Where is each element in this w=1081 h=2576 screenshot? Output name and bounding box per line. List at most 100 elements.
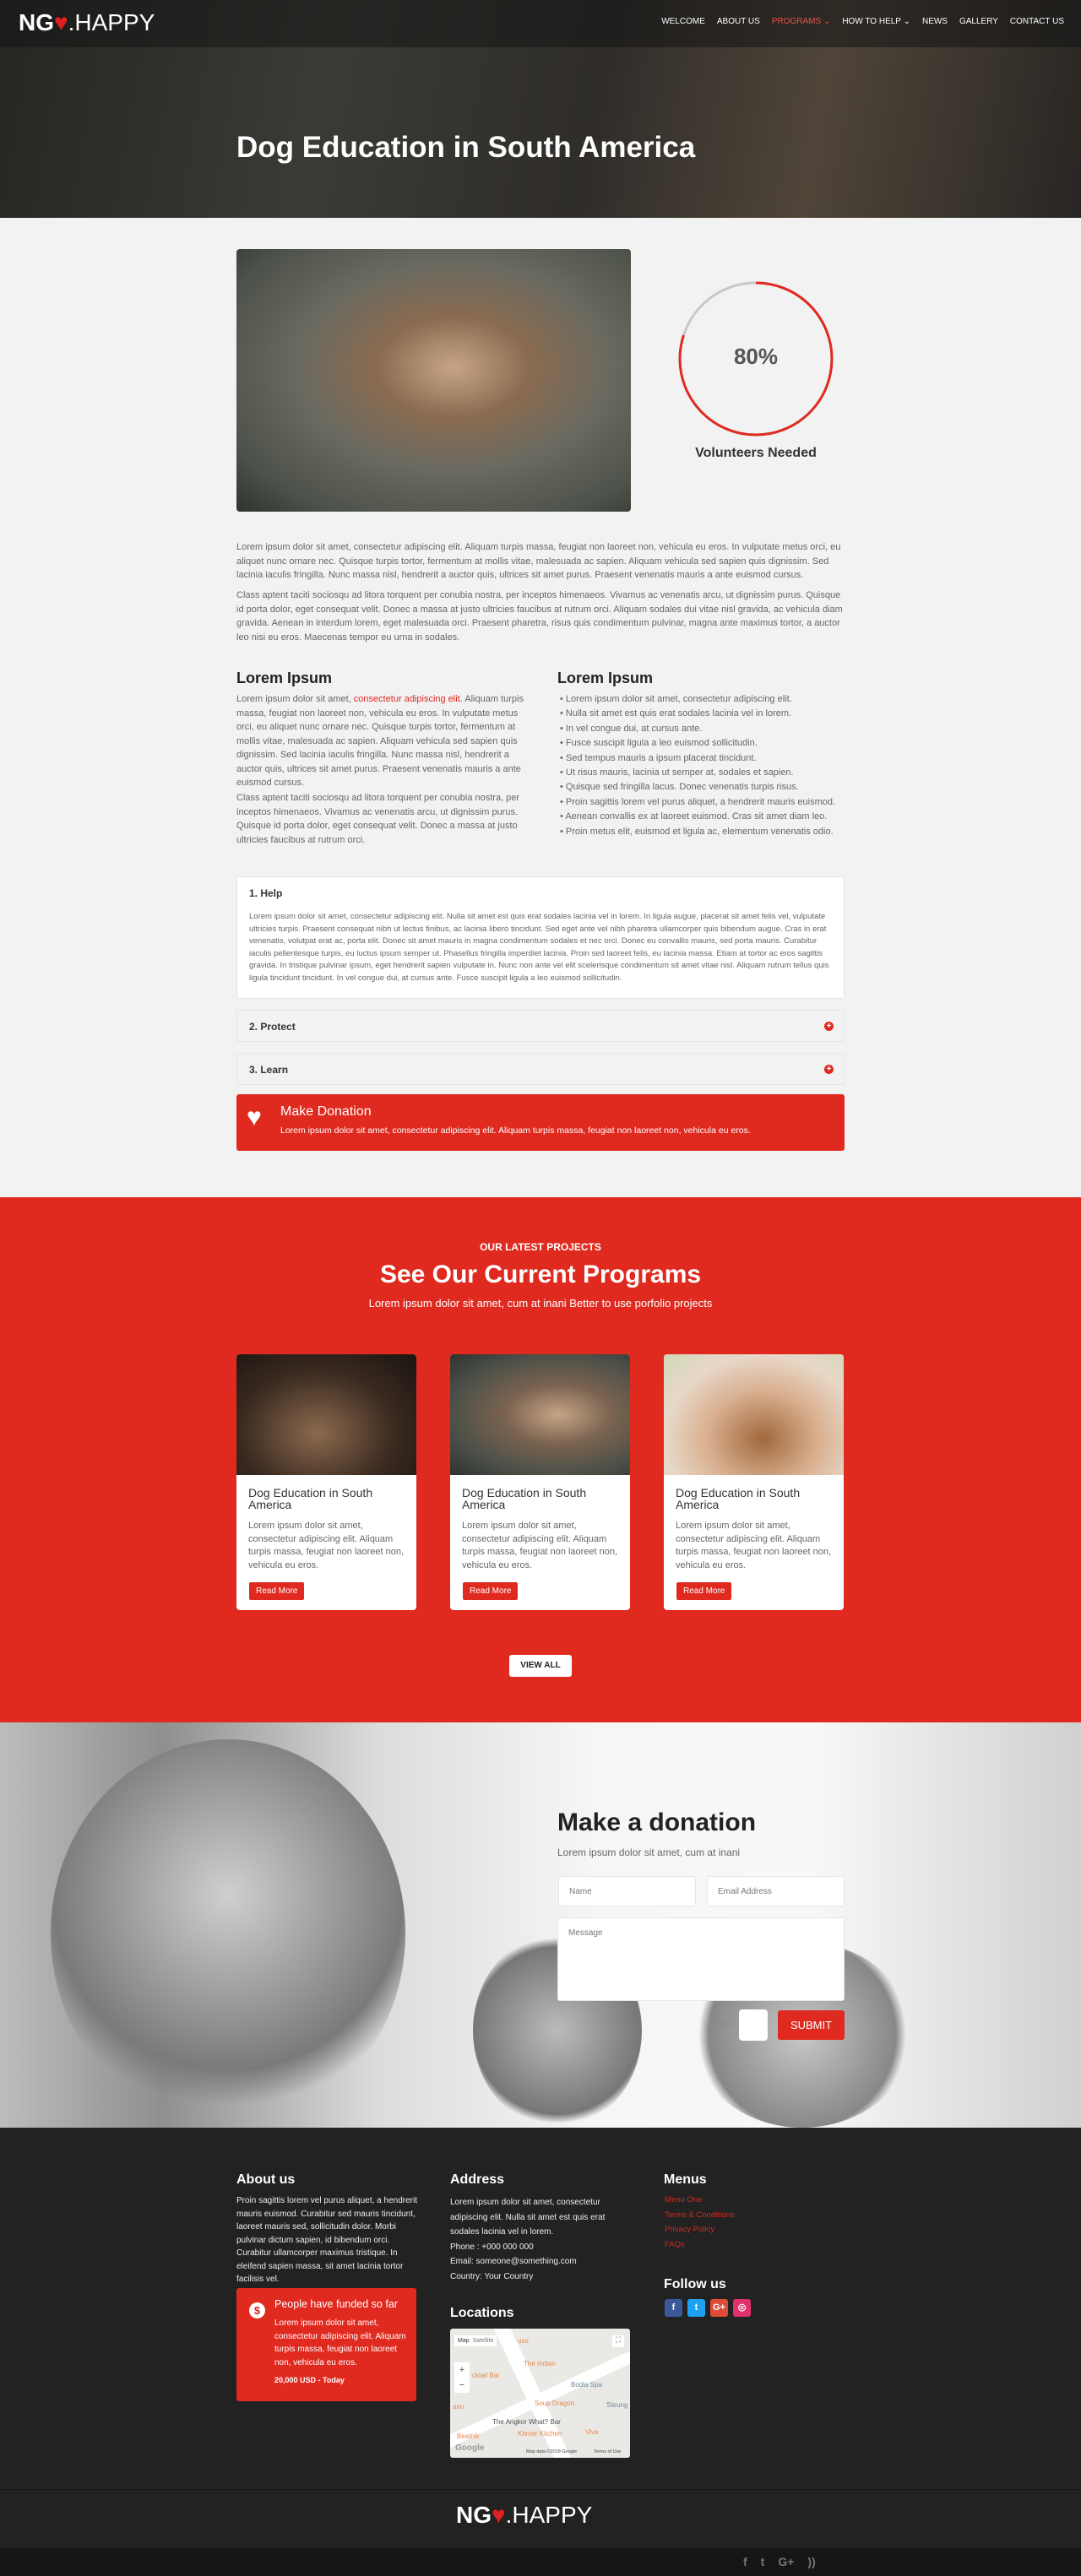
read-more-button[interactable]: Read More [249, 1582, 305, 1600]
text: Aliquam turpis massa, feugiat non laoree… [236, 694, 524, 788]
donation-form-subtitle: Lorem ipsum dolor sit amet, cum at inani [557, 1847, 741, 1858]
nav-programs[interactable]: PROGRAMS ⌄ [772, 17, 831, 26]
list-item: Proin metus elit, euismod et ligula ac, … [560, 825, 847, 839]
footer-link-privacy[interactable]: Privacy Policy [665, 2222, 734, 2237]
footer-link-terms[interactable]: Terms & Conditions [665, 2208, 734, 2223]
footer-logo[interactable]: NG♥.HAPPY [456, 2502, 592, 2529]
menus-title: Menus [664, 2172, 707, 2187]
program-image [450, 1354, 630, 1475]
map-label: use [518, 2337, 529, 2345]
view-all-button[interactable]: VIEW ALL [509, 1655, 572, 1677]
nav-gallery[interactable]: GALLERY [959, 17, 998, 26]
twitter-icon[interactable]: t [761, 2555, 765, 2568]
address-title: Address [450, 2172, 505, 2187]
google-logo: Google [455, 2443, 485, 2453]
chevron-down-icon: ⌄ [903, 17, 910, 26]
inline-link[interactable]: consectetur adipiscing elit. [354, 694, 463, 704]
main-nav: WELCOME ABOUT US PROGRAMS ⌄ HOW TO HELP … [661, 17, 1064, 26]
nav-news[interactable]: NEWS [922, 17, 948, 26]
right-column-title: Lorem Ipsum [557, 670, 654, 686]
nav-contact-us[interactable]: CONTACT US [1010, 17, 1064, 26]
facebook-icon[interactable]: f [743, 2555, 747, 2568]
social-links: f t G+ ◎ [665, 2299, 756, 2317]
site-logo[interactable]: NG♥.HAPPY [19, 9, 155, 36]
rss-icon[interactable]: )) [807, 2555, 815, 2568]
facebook-icon[interactable]: f [665, 2299, 682, 2317]
list-item: Proin sagittis lorem vel purus aliquet, … [560, 795, 847, 810]
intro-paragraph: Class aptent taciti sociosqu ad litora t… [236, 590, 843, 643]
read-more-button[interactable]: Read More [463, 1582, 519, 1600]
locations-title: Locations [450, 2306, 514, 2320]
zoom-controls[interactable]: + − [454, 2362, 470, 2393]
message-textarea[interactable]: Message [557, 1917, 845, 2001]
program-card: Dog Education in South America Lorem ips… [664, 1354, 844, 1610]
email-input[interactable]: Email Address [707, 1876, 845, 1906]
accordion-title: 2. Protect [249, 1021, 296, 1033]
chevron-down-icon: ⌄ [823, 17, 831, 26]
about-text: Proin sagittis lorem vel purus aliquet, … [236, 2196, 417, 2284]
twitter-icon[interactable]: t [687, 2299, 705, 2317]
map-label: cktail Bar [472, 2372, 500, 2379]
nav-programs-label: PROGRAMS [771, 17, 822, 26]
captcha-question: 2 + 6 = [712, 2020, 736, 2028]
fullscreen-icon[interactable]: ⛶ [612, 2335, 624, 2347]
dog-photo [236, 249, 631, 512]
donation-banner-text: Lorem ipsum dolor sit amet, consectetur … [280, 1125, 751, 1136]
instagram-icon[interactable]: ◎ [733, 2299, 751, 2317]
phone: Phone : +000 000 000 [450, 2242, 534, 2252]
program-card: Dog Education in South America Lorem ips… [450, 1354, 630, 1610]
read-more-button[interactable]: Read More [676, 1582, 732, 1600]
program-text: Lorem ipsum dolor sit amet, consectetur … [248, 1521, 405, 1570]
accordion-title[interactable]: 1. Help [249, 887, 282, 899]
funded-title: People have funded so far [274, 2298, 398, 2310]
submit-button[interactable]: SUBMIT [778, 2010, 845, 2040]
progress-value: 80% [733, 344, 779, 369]
donation-section-background [0, 1722, 1081, 2128]
logo-text: NG [19, 9, 54, 35]
footer-link-faqs[interactable]: FAQs [665, 2237, 734, 2253]
plus-circle-icon[interactable]: + [824, 1065, 834, 1074]
left-column-paragraph: Class aptent taciti sociosqu ad litora t… [236, 793, 520, 845]
map-label: Beatnik [457, 2432, 480, 2440]
section-kicker: OUR LATEST PROJECTS [480, 1241, 601, 1253]
email[interactable]: Email: someone@something.com [450, 2254, 632, 2270]
plus-circle-icon[interactable]: + [824, 1022, 834, 1031]
country: Country: Your Country [450, 2271, 534, 2281]
location-map[interactable]: Map Satellite use ⛶ + − The Indian cktail… [450, 2329, 630, 2458]
program-title[interactable]: Dog Education in South America [462, 1487, 622, 1510]
program-title[interactable]: Dog Education in South America [676, 1487, 836, 1510]
address-text: Lorem ipsum dolor sit amet, consectetur … [450, 2198, 606, 2237]
bullet-list: Lorem ipsum dolor sit amet, consectetur … [560, 692, 847, 839]
left-column-title: Lorem Ipsum [236, 670, 333, 686]
progress-caption: Volunteers Needed [695, 446, 817, 460]
section-title: See Our Current Programs [379, 1261, 702, 1288]
logo-text-suffix: .HAPPY [68, 9, 155, 35]
follow-title: Follow us [664, 2277, 726, 2291]
accordion-item-learn[interactable]: 3. Learn + [236, 1053, 845, 1085]
map-tab[interactable]: Map [458, 2338, 470, 2344]
accordion-item-protect[interactable]: 2. Protect + [236, 1010, 845, 1042]
nav-welcome[interactable]: WELCOME [661, 17, 705, 26]
nav-how-to-help-label: HOW TO HELP [842, 17, 901, 26]
google-plus-icon[interactable]: G+ [710, 2299, 728, 2317]
accordion-item-help[interactable]: 1. Help Lorem ipsum dolor sit amet, cons… [236, 876, 845, 999]
captcha-input[interactable] [739, 2009, 768, 2041]
nav-about-us[interactable]: ABOUT US [717, 17, 760, 26]
map-label: Khmer Kitchen [518, 2430, 562, 2438]
dollar-icon: $ [249, 2302, 265, 2318]
satellite-tab[interactable]: Satellite [473, 2338, 494, 2344]
heart-icon: ♥ [247, 1104, 262, 1131]
logo-text: NG [456, 2502, 492, 2528]
google-plus-icon[interactable]: G+ [778, 2555, 794, 2568]
program-text: Lorem ipsum dolor sit amet, consectetur … [676, 1521, 832, 1570]
name-input[interactable]: Name [558, 1876, 696, 1906]
map-type-tabs: Map Satellite [454, 2335, 497, 2346]
map-label: ano [453, 2403, 464, 2411]
footer-link-menu-one[interactable]: Menu One [665, 2193, 734, 2208]
make-donation-banner[interactable]: ♥ Make Donation Lorem ipsum dolor sit am… [236, 1094, 845, 1151]
nav-how-to-help[interactable]: HOW TO HELP ⌄ [842, 17, 910, 26]
program-title[interactable]: Dog Education in South America [248, 1487, 409, 1510]
map-label: The Angkor What? Bar [492, 2418, 561, 2426]
funded-box: $ People have funded so far Lorem ipsum … [236, 2288, 416, 2401]
map-terms-link[interactable]: Terms of Use [594, 2449, 621, 2454]
